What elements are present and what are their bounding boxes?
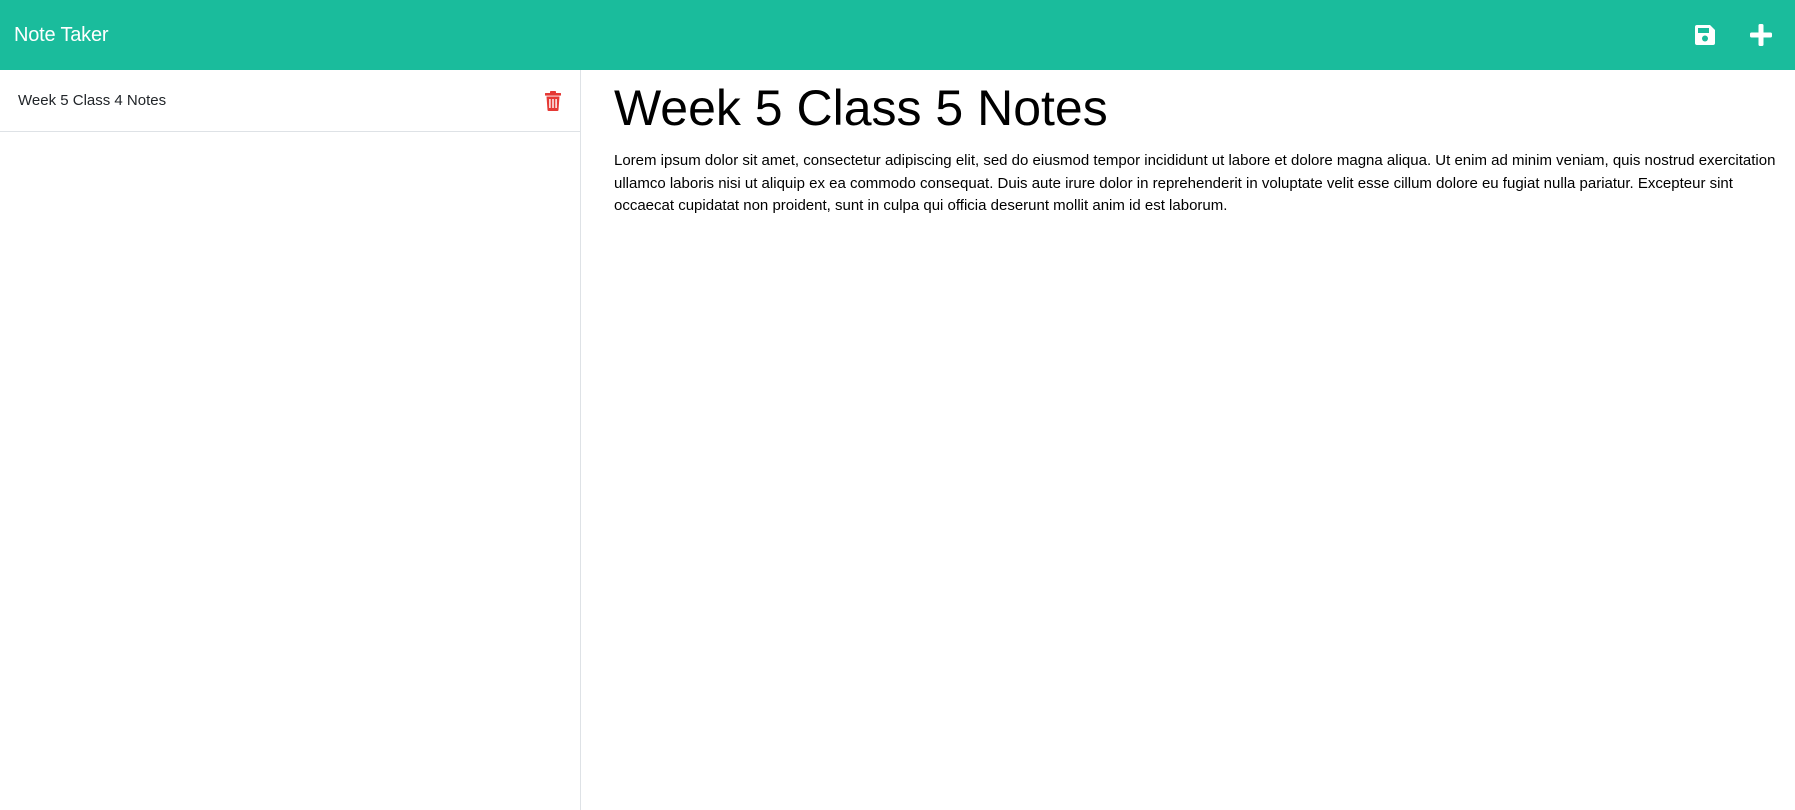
plus-icon[interactable] [1747, 21, 1775, 49]
notes-sidebar: Week 5 Class 4 Notes [0, 70, 581, 810]
note-list-title: Week 5 Class 4 Notes [18, 92, 167, 109]
navbar-actions [1691, 21, 1781, 49]
trash-icon[interactable] [544, 90, 562, 112]
note-text-area[interactable]: Lorem ipsum dolor sit amet, consectetur … [614, 150, 1779, 218]
save-icon[interactable] [1691, 21, 1719, 49]
navbar: Note Taker [0, 0, 1795, 70]
note-title-input[interactable]: Week 5 Class 5 Notes [614, 78, 1773, 138]
app-title[interactable]: Note Taker [14, 24, 109, 47]
note-text: Lorem ipsum dolor sit amet, consectetur … [614, 152, 1776, 214]
note-editor: Week 5 Class 5 Notes Lorem ipsum dolor s… [582, 70, 1795, 810]
list-item[interactable]: Week 5 Class 4 Notes [0, 70, 580, 132]
